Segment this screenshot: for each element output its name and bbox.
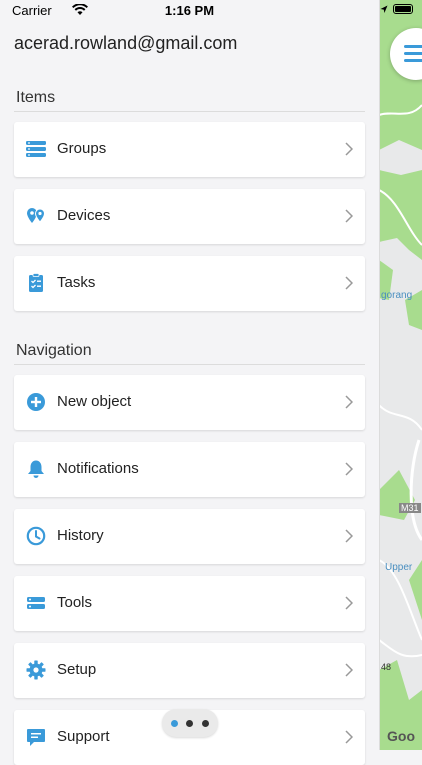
tasks-icon	[29, 273, 43, 292]
menu-item-label: Devices	[57, 207, 111, 224]
menu-item-tasks[interactable]: Tasks	[14, 256, 365, 311]
menu-item-groups[interactable]: Groups	[14, 122, 365, 177]
page-indicator[interactable]	[162, 709, 218, 737]
menu-item-label: New object	[57, 393, 132, 410]
map-terrain	[379, 0, 422, 750]
devices-icon	[27, 208, 46, 223]
chevron-right-icon	[345, 142, 353, 156]
menu-item-label: Support	[57, 728, 110, 745]
menu-item-history[interactable]: History	[14, 509, 365, 564]
menu-item-label: Setup	[57, 661, 97, 678]
chevron-right-icon	[345, 276, 353, 290]
menu-item-label: Groups	[57, 140, 107, 157]
menu-item-label: History	[57, 527, 104, 544]
account-email: acerad.rowland@gmail.com	[14, 33, 238, 53]
section-divider	[14, 111, 365, 112]
section-divider	[14, 364, 365, 365]
chevron-right-icon	[345, 462, 353, 476]
menu-item-label: Tools	[57, 594, 93, 611]
map-label-48: 48	[381, 662, 392, 672]
side-drawer: Carrier 1:16 PM acerad.rowland@gmail.com…	[0, 0, 380, 765]
section-title-items: Items	[16, 89, 56, 106]
hamburger-icon-bar	[404, 45, 422, 48]
menu-item-new-object[interactable]: New object	[14, 375, 365, 430]
gear-icon	[26, 660, 46, 680]
groups-icon	[26, 141, 46, 157]
map-label-upper: Upper	[385, 562, 413, 573]
bell-icon	[28, 460, 44, 478]
add-circle-icon	[27, 393, 45, 411]
map-label-m31: M31	[399, 503, 421, 513]
chevron-right-icon	[345, 730, 353, 744]
tools-icon	[27, 597, 45, 609]
chevron-right-icon	[345, 529, 353, 543]
hamburger-icon-bar	[404, 59, 422, 62]
menu-item-notifications[interactable]: Notifications	[14, 442, 365, 497]
hamburger-icon-bar	[404, 52, 422, 55]
menu-item-label: Tasks	[57, 274, 96, 291]
menu-item-label: Notifications	[57, 460, 139, 477]
chevron-right-icon	[345, 209, 353, 223]
chevron-right-icon	[345, 663, 353, 677]
map-view[interactable]: gorang M31 Upper 48 Goo	[379, 0, 422, 750]
menu-item-setup[interactable]: Setup	[14, 643, 365, 698]
chat-icon	[27, 729, 45, 746]
map-attribution: Goo	[387, 728, 415, 744]
clock-time: 1:16 PM	[164, 3, 215, 18]
page-dot[interactable]	[186, 720, 193, 727]
menu-item-devices[interactable]: Devices	[14, 189, 365, 244]
page-dot-active[interactable]	[171, 720, 178, 727]
battery-icon	[393, 4, 413, 14]
section-title-navigation: Navigation	[16, 342, 92, 359]
clock-icon	[26, 526, 46, 546]
chevron-right-icon	[345, 596, 353, 610]
map-label-gorang: gorang	[381, 290, 413, 301]
status-bar: Carrier 1:16 PM	[0, 0, 379, 22]
menu-item-tools[interactable]: Tools	[14, 576, 365, 631]
page-dot[interactable]	[202, 720, 209, 727]
chevron-right-icon	[345, 395, 353, 409]
location-arrow-icon	[380, 5, 388, 13]
